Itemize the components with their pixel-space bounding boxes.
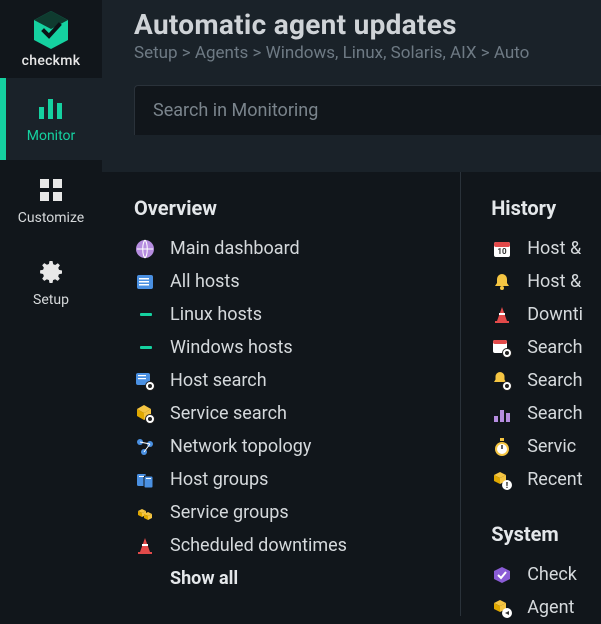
- item-label: All hosts: [170, 271, 240, 292]
- mega-menu: Overview Main dashboard All hosts Linux …: [102, 172, 601, 616]
- overview-main-dashboard[interactable]: Main dashboard: [134, 232, 442, 265]
- host-search-icon: [134, 370, 156, 392]
- nav-item-label: Monitor: [27, 128, 76, 144]
- item-label: Service search: [170, 403, 287, 424]
- item-label: Main dashboard: [170, 238, 300, 259]
- item-label: Recent: [527, 469, 582, 490]
- brand-logo[interactable]: checkmk: [0, 0, 102, 78]
- item-label: Linux hosts: [170, 304, 262, 325]
- system-item-1[interactable]: Agent: [491, 591, 583, 624]
- breadcrumb[interactable]: Setup > Agents > Windows, Linux, Solaris…: [134, 43, 601, 63]
- hex-icon: [491, 564, 513, 586]
- history-item-7[interactable]: ! Recent: [491, 463, 583, 496]
- globe-icon: [134, 238, 156, 260]
- item-label: Scheduled downtimes: [170, 535, 347, 556]
- item-label: Service groups: [170, 502, 289, 523]
- calendar-search-icon: [491, 337, 513, 359]
- monitor-icon: [35, 94, 67, 122]
- page-title: Automatic agent updates: [134, 8, 601, 41]
- history-heading: History: [491, 196, 583, 220]
- stopwatch-icon: [491, 436, 513, 458]
- cone-icon: [134, 535, 156, 557]
- overview-service-search[interactable]: Service search: [134, 397, 442, 430]
- item-label: Downti: [527, 304, 583, 325]
- history-item-5[interactable]: Search: [491, 397, 583, 430]
- item-label: Host groups: [170, 469, 268, 490]
- calendar-icon: 10: [491, 238, 513, 260]
- overview-network-topology[interactable]: Network topology: [134, 430, 442, 463]
- item-label: Search: [527, 337, 582, 358]
- item-label: Servic: [527, 436, 576, 457]
- item-label: Search: [527, 403, 582, 424]
- item-label: Search: [527, 370, 582, 391]
- checkmk-logo-icon: [30, 9, 72, 51]
- item-label: Host &: [527, 271, 581, 292]
- hosts-icon: [134, 271, 156, 293]
- overview-host-groups[interactable]: Host groups: [134, 463, 442, 496]
- service-search-icon: [134, 403, 156, 425]
- search-input[interactable]: [153, 100, 583, 121]
- host-groups-icon: [134, 469, 156, 491]
- dash-icon: [136, 337, 156, 359]
- item-label: Windows hosts: [170, 337, 293, 358]
- page-header: Automatic agent updates Setup > Agents >…: [102, 0, 601, 63]
- item-label: Host search: [170, 370, 267, 391]
- item-label: Check: [527, 564, 577, 585]
- overview-show-all[interactable]: Show all: [170, 568, 442, 589]
- nav-customize[interactable]: Customize: [0, 160, 102, 242]
- topology-icon: [134, 436, 156, 458]
- nav-setup[interactable]: Setup: [0, 242, 102, 324]
- customize-icon: [35, 176, 67, 204]
- overview-linux-hosts[interactable]: Linux hosts: [134, 298, 442, 331]
- brand-name: checkmk: [22, 53, 81, 69]
- overview-heading: Overview: [134, 196, 442, 220]
- svg-text:10: 10: [498, 247, 508, 256]
- bell-search-icon: [491, 370, 513, 392]
- history-item-3[interactable]: Search: [491, 331, 583, 364]
- search-container: [134, 85, 601, 135]
- overview-host-search[interactable]: Host search: [134, 364, 442, 397]
- item-label: Agent: [527, 597, 574, 618]
- service-groups-icon: [134, 502, 156, 524]
- history-item-1[interactable]: Host &: [491, 265, 583, 298]
- search-box[interactable]: [134, 85, 601, 135]
- sidebar: checkmk Monitor Customize: [0, 0, 102, 616]
- item-label: Host &: [527, 238, 581, 259]
- overview-windows-hosts[interactable]: Windows hosts: [134, 331, 442, 364]
- bell-icon: [491, 271, 513, 293]
- system-item-0[interactable]: Check: [491, 558, 583, 591]
- history-column: History 10 Host & Host & Downti: [461, 172, 601, 616]
- box-alert-icon: !: [491, 469, 513, 491]
- dash-icon: [136, 304, 156, 326]
- overview-column: Overview Main dashboard All hosts Linux …: [102, 172, 461, 616]
- nav-item-label: Setup: [33, 292, 69, 308]
- nav-item-label: Customize: [18, 210, 84, 226]
- setup-icon: [35, 258, 67, 286]
- history-item-2[interactable]: Downti: [491, 298, 583, 331]
- item-label: Network topology: [170, 436, 311, 457]
- agent-icon: [491, 597, 513, 619]
- nav-monitor[interactable]: Monitor: [0, 78, 102, 160]
- history-item-0[interactable]: 10 Host &: [491, 232, 583, 265]
- overview-all-hosts[interactable]: All hosts: [134, 265, 442, 298]
- main-area: Automatic agent updates Setup > Agents >…: [102, 0, 601, 616]
- overview-scheduled-downtimes[interactable]: Scheduled downtimes: [134, 529, 442, 562]
- bars-icon: [491, 403, 513, 425]
- history-item-6[interactable]: Servic: [491, 430, 583, 463]
- history-item-4[interactable]: Search: [491, 364, 583, 397]
- overview-service-groups[interactable]: Service groups: [134, 496, 442, 529]
- svg-text:!: !: [506, 481, 508, 490]
- system-heading: System: [491, 522, 583, 546]
- cone-icon: [491, 304, 513, 326]
